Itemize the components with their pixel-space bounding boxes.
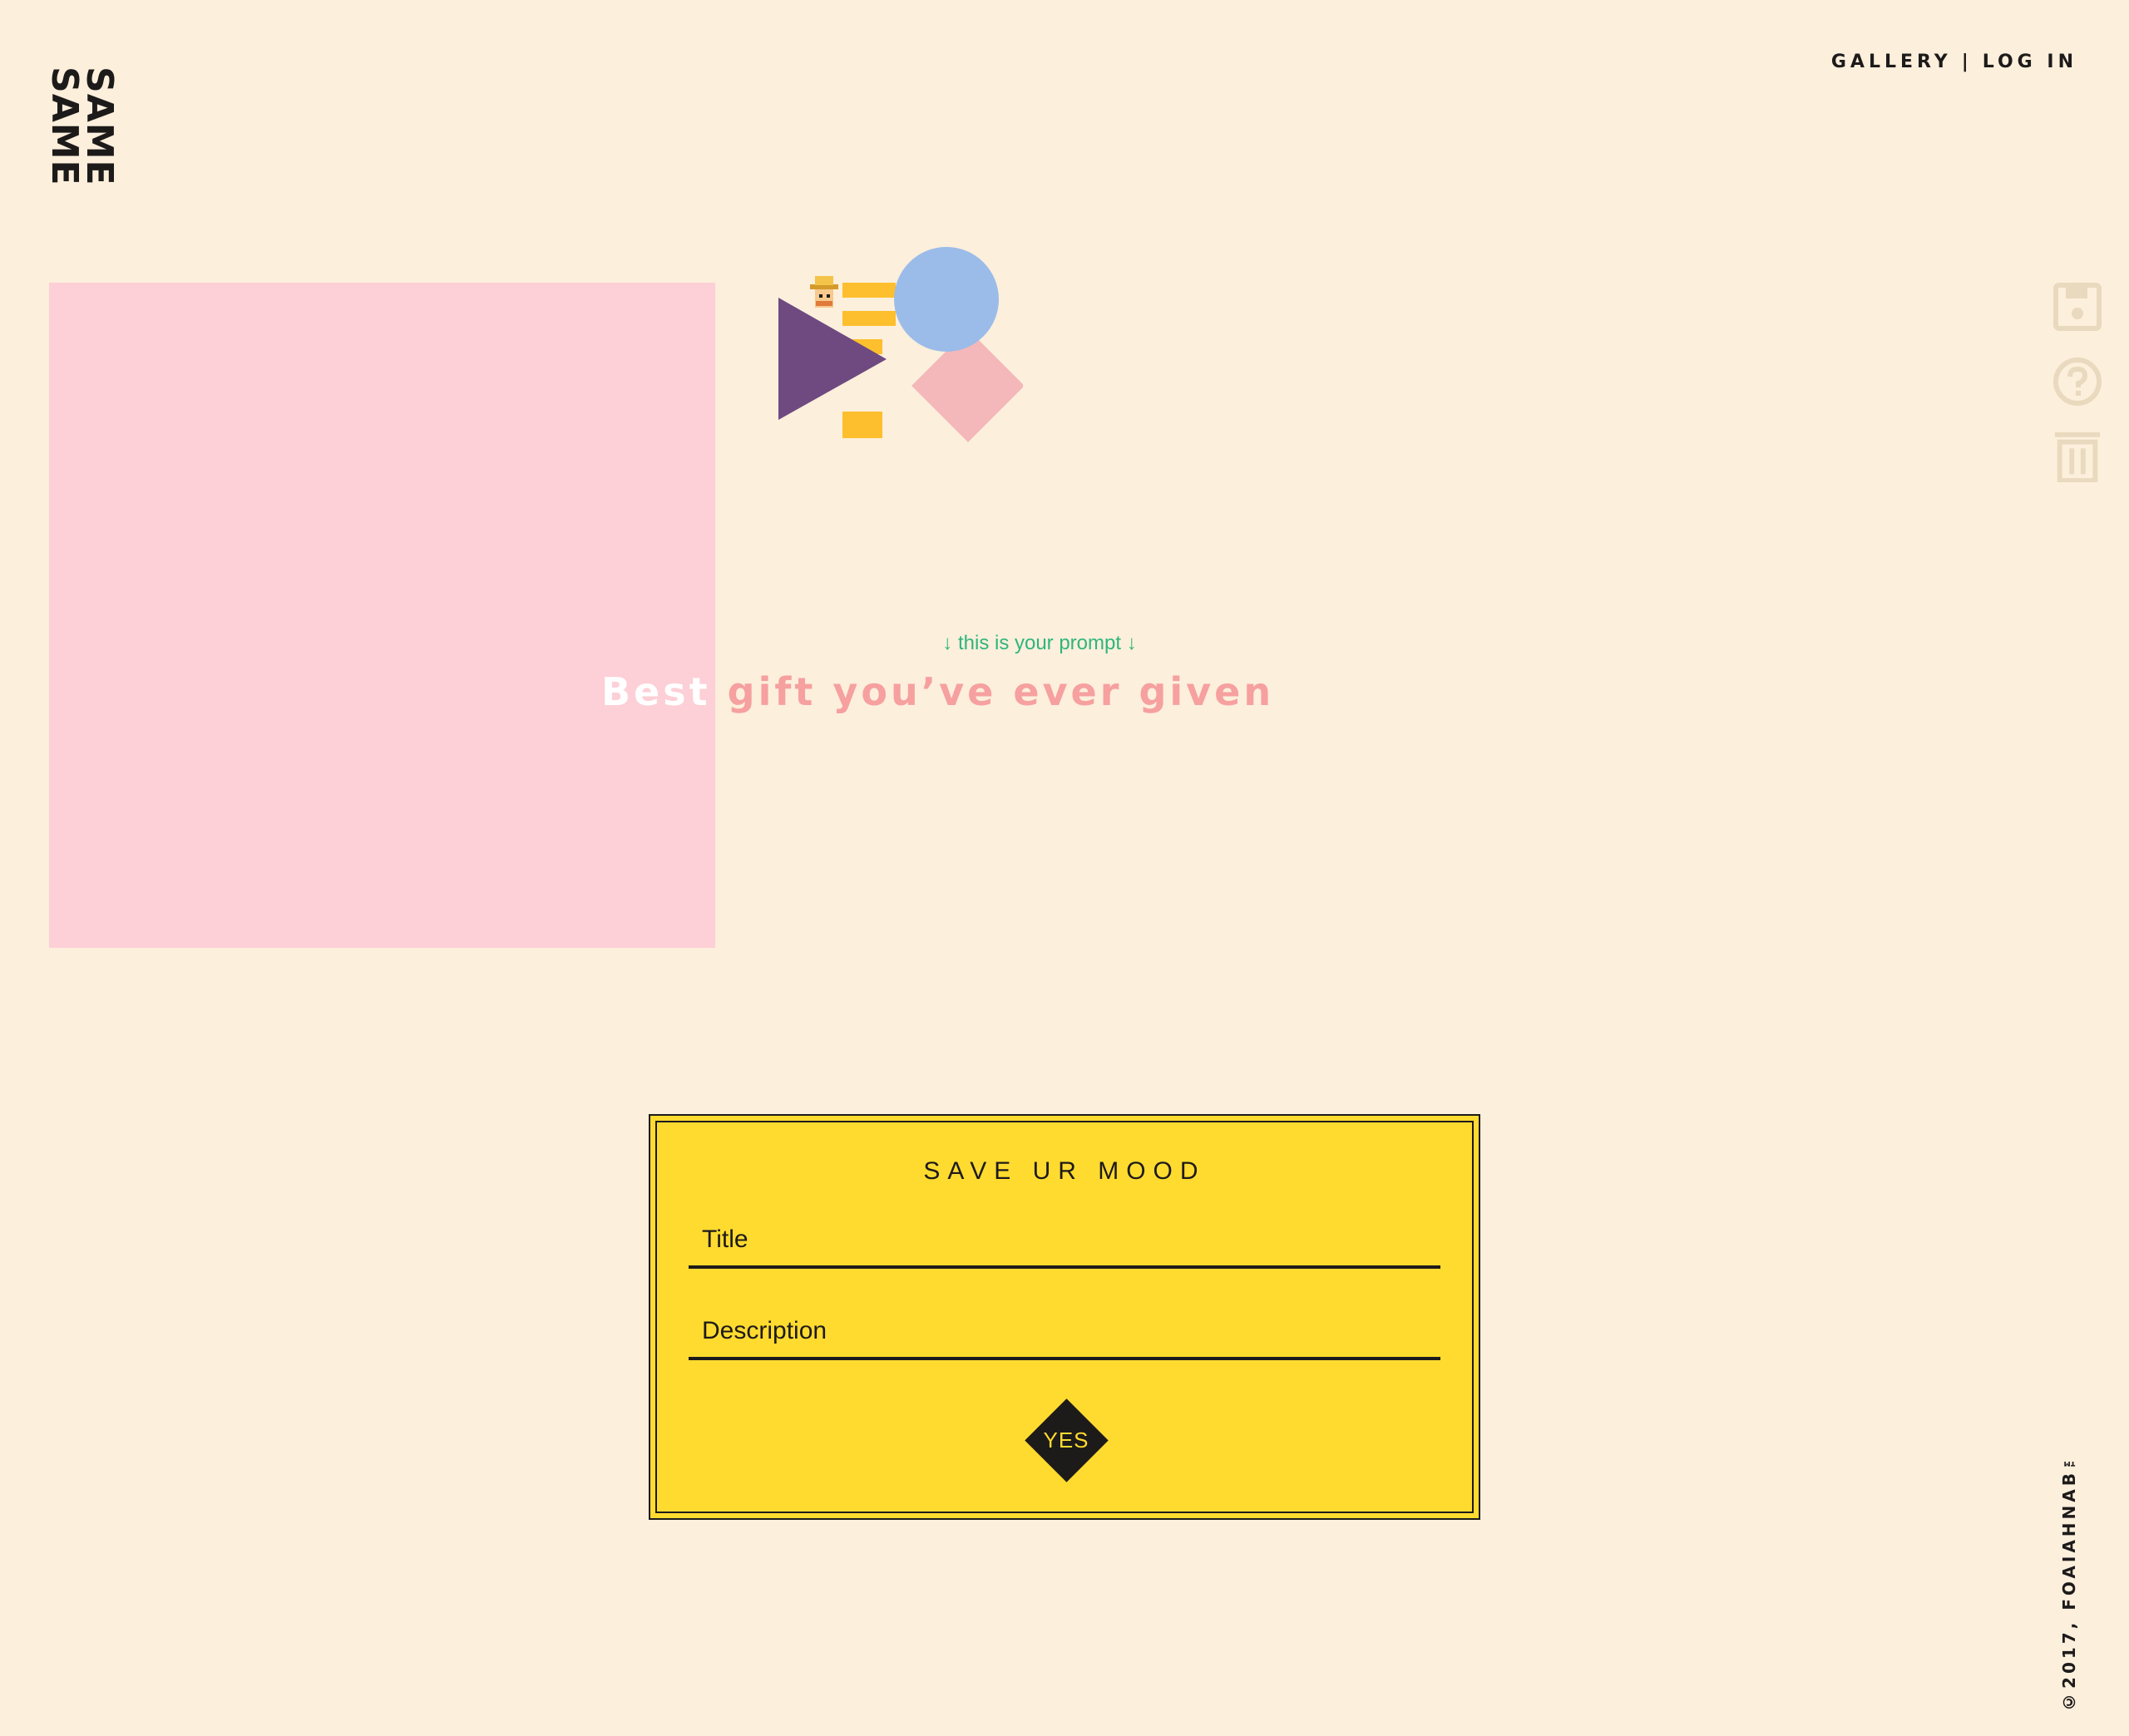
copyright: ©2017, FOAIAHNAB™ — [2059, 1447, 2079, 1712]
shape-stack[interactable] — [773, 241, 1023, 491]
yes-submit-button[interactable]: YES — [1024, 1398, 1109, 1482]
nav-separator: | — [1961, 52, 1973, 72]
gallery-link[interactable]: GALLERY — [1831, 52, 1952, 72]
circle-shape[interactable] — [894, 247, 999, 352]
prompt-hint: ↓ this is your prompt ↓ — [942, 632, 1137, 654]
trash-icon[interactable] — [2052, 431, 2102, 482]
prompt-text: Best gift you’ve ever given — [601, 669, 1274, 714]
prompt-rest: gift you’ve ever given — [710, 669, 1275, 714]
save-form-heading: SAVE UR MOOD — [923, 1157, 1206, 1185]
title-input[interactable] — [689, 1214, 1440, 1269]
floppy-disk-icon[interactable] — [2052, 281, 2102, 333]
top-nav: GALLERY | LOG IN — [1831, 52, 2077, 72]
drawing-canvas[interactable] — [49, 283, 715, 948]
logo[interactable]: SAME SAME — [43, 67, 121, 186]
logo-line-2: SAME — [43, 67, 86, 186]
login-link[interactable]: LOG IN — [1983, 52, 2077, 72]
cowboy-sprite[interactable] — [810, 276, 838, 308]
yes-button-label: YES — [1043, 1427, 1089, 1452]
prompt-first-word: Best — [601, 669, 711, 714]
logo-line-1: SAME — [78, 67, 121, 186]
question-circle-icon[interactable] — [2052, 356, 2102, 407]
side-toolbar — [2052, 281, 2102, 482]
description-input[interactable] — [689, 1305, 1440, 1360]
save-mood-form: SAVE UR MOOD YES — [649, 1114, 1480, 1520]
